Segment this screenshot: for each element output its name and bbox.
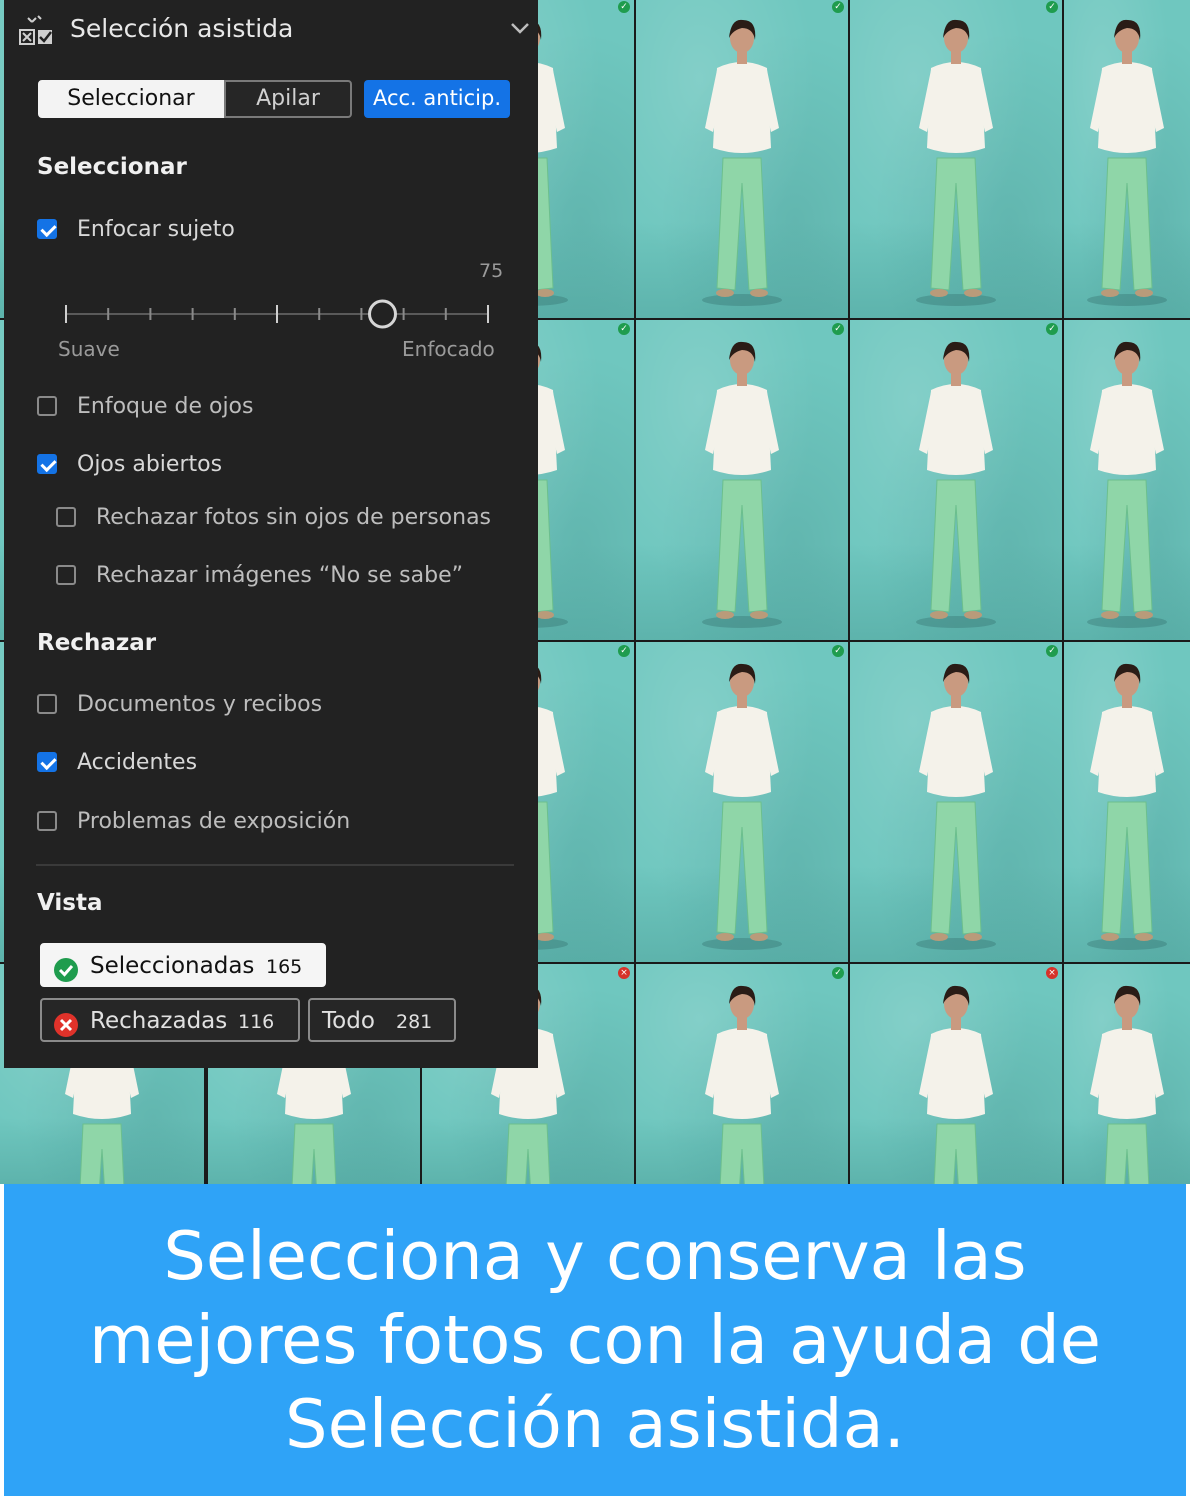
view-rejected-count: 116 — [238, 1011, 275, 1033]
caption-line-3: Selección asistida. — [285, 1385, 905, 1463]
photo-thumbnail[interactable]: ✓ — [636, 0, 848, 318]
accepted-badge-icon: ✓ — [832, 323, 844, 335]
focus-subject-option[interactable]: Enfocar sujeto — [37, 215, 497, 245]
section-heading-select: Seleccionar — [37, 154, 187, 180]
tab-stack[interactable]: Apilar — [224, 80, 352, 118]
accepted-badge-icon: ✓ — [832, 967, 844, 979]
photo-thumbnail[interactable]: × — [850, 964, 1062, 1184]
check-circle-icon — [54, 955, 78, 982]
photo-thumbnail[interactable]: ✓ — [850, 0, 1062, 318]
photo-thumbnail[interactable]: ✓ — [636, 642, 848, 962]
accepted-badge-icon: ✓ — [1046, 323, 1058, 335]
photo-subject — [1072, 974, 1182, 1184]
photo-subject — [1072, 330, 1182, 630]
x-circle-icon — [54, 1010, 78, 1037]
slider-value: 75 — [479, 260, 504, 282]
tab-select[interactable]: Seleccionar — [38, 80, 224, 118]
reject-no-eyes-label: Rechazar fotos sin ojos de personas — [96, 505, 492, 530]
photo-subject — [901, 652, 1011, 952]
photo-thumbnail[interactable] — [1064, 964, 1190, 1184]
focus-subject-label: Enfocar sujeto — [77, 217, 235, 242]
reject-unknown-label: Rechazar imágenes “No se sabe” — [96, 563, 464, 588]
photo-subject — [901, 974, 1011, 1184]
eyes-open-option[interactable]: Ojos abiertos — [37, 450, 497, 480]
exposure-label: Problemas de exposición — [77, 809, 351, 834]
reject-no-eyes-option[interactable]: Rechazar fotos sin ojos de personas — [56, 503, 516, 533]
view-all-label: Todo — [322, 1008, 375, 1034]
exposure-checkbox[interactable] — [37, 811, 57, 831]
photo-subject — [687, 8, 797, 308]
panel-title: Selección asistida — [70, 14, 294, 43]
slider-thumb[interactable] — [368, 299, 397, 329]
photo-thumbnail[interactable] — [1064, 0, 1190, 318]
accepted-badge-icon: ✓ — [618, 1, 630, 13]
view-selected-label: Seleccionadas — [90, 953, 255, 979]
documents-checkbox[interactable] — [37, 694, 57, 714]
accepted-badge-icon: ✓ — [832, 645, 844, 657]
photo-subject — [687, 330, 797, 630]
photo-subject — [901, 8, 1011, 308]
photo-thumbnail[interactable] — [1064, 642, 1190, 962]
photo-thumbnail[interactable]: ✓ — [850, 320, 1062, 640]
reject-unknown-option[interactable]: Rechazar imágenes “No se sabe” — [56, 561, 516, 591]
eyes-open-checkbox[interactable] — [37, 454, 57, 474]
view-selected-filter[interactable]: Seleccionadas 165 — [40, 943, 326, 987]
section-heading-reject: Rechazar — [37, 630, 157, 656]
caption-line-2: mejores fotos con la ayuda de — [88, 1301, 1101, 1379]
photo-thumbnail[interactable]: ✓ — [850, 642, 1062, 962]
slider-max-label: Enfocado — [402, 337, 495, 361]
accepted-badge-icon: ✓ — [618, 323, 630, 335]
caption-line-1: Selecciona y conserva las — [163, 1217, 1027, 1295]
photo-subject — [901, 330, 1011, 630]
eye-focus-label: Enfoque de ojos — [77, 394, 254, 419]
photo-subject — [687, 974, 797, 1184]
chevron-down-icon[interactable] — [510, 20, 530, 36]
accidents-label: Accidentes — [77, 750, 198, 775]
view-all-count: 281 — [396, 1011, 433, 1033]
view-rejected-filter[interactable]: Rechazadas 116 — [40, 998, 300, 1042]
focus-strength-slider[interactable] — [62, 290, 492, 340]
reject-unknown-checkbox[interactable] — [56, 565, 76, 585]
documents-label: Documentos y recibos — [77, 692, 323, 717]
photo-subject — [687, 652, 797, 952]
photo-subject — [1072, 8, 1182, 308]
reject-no-eyes-checkbox[interactable] — [56, 507, 76, 527]
accepted-badge-icon: ✓ — [1046, 645, 1058, 657]
accidents-checkbox[interactable] — [37, 752, 57, 772]
photo-thumbnail[interactable]: ✓ — [636, 964, 848, 1184]
photo-subject — [1072, 652, 1182, 952]
accepted-badge-icon: ✓ — [832, 1, 844, 13]
rejected-badge-icon: × — [618, 967, 630, 979]
advance-action-button[interactable]: Acc. anticip. — [364, 80, 510, 118]
documents-option[interactable]: Documentos y recibos — [37, 690, 497, 720]
accepted-badge-icon: ✓ — [618, 645, 630, 657]
exposure-option[interactable]: Problemas de exposición — [37, 807, 497, 837]
photo-thumbnail[interactable] — [1064, 320, 1190, 640]
photo-thumbnail[interactable]: ✓ — [636, 320, 848, 640]
slider-min-label: Suave — [58, 337, 120, 361]
view-all-filter[interactable]: Todo 281 — [308, 998, 456, 1042]
assisted-culling-panel: Selección asistida Seleccionar Apilar Ac… — [4, 0, 538, 1068]
section-heading-view: Vista — [37, 890, 103, 916]
eye-focus-option[interactable]: Enfoque de ojos — [37, 392, 497, 422]
promo-caption: Selecciona y conserva las mejores fotos … — [4, 1184, 1186, 1496]
accidents-option[interactable]: Accidentes — [37, 748, 497, 778]
focus-subject-checkbox[interactable] — [37, 219, 57, 239]
culling-checkbox-icon — [18, 14, 56, 48]
eye-focus-checkbox[interactable] — [37, 396, 57, 416]
divider — [36, 864, 514, 866]
accepted-badge-icon: ✓ — [1046, 1, 1058, 13]
view-rejected-label: Rechazadas — [90, 1008, 228, 1034]
view-selected-count: 165 — [266, 956, 303, 978]
eyes-open-label: Ojos abiertos — [77, 452, 223, 477]
rejected-badge-icon: × — [1046, 967, 1058, 979]
